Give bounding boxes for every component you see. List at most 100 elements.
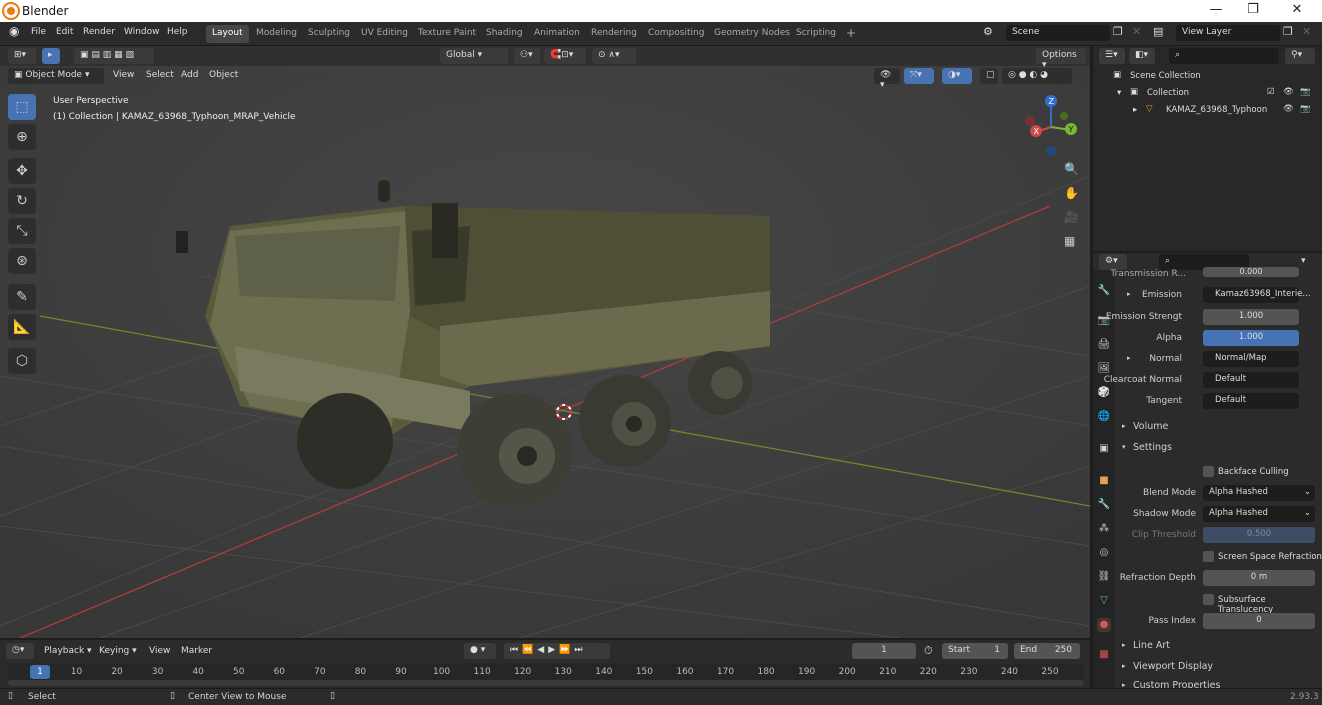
snap-icon[interactable]: 🧲⊡▾ — [544, 48, 586, 64]
normal-expand-icon[interactable]: ▸ — [1127, 354, 1131, 362]
ssr-checkbox[interactable] — [1203, 551, 1214, 562]
pin-icon[interactable]: ▾ — [1301, 256, 1306, 266]
delete-scene-icon[interactable]: ✕ — [1132, 25, 1141, 38]
select-box-icon[interactable]: ▸ — [42, 48, 60, 64]
outliner-collection[interactable]: ▾ ▣ Collection ☑ 👁 📷 — [1093, 86, 1322, 103]
tab-shading[interactable]: Shading — [480, 25, 529, 43]
playback-menu[interactable]: Playback ▾ — [44, 646, 92, 656]
timeline-editor-icon[interactable]: ◷▾ — [6, 643, 34, 659]
emission-strength-field[interactable]: 1.000 — [1203, 309, 1299, 325]
custom-props-expand-icon[interactable]: ▸ — [1122, 681, 1126, 688]
tool-select-box[interactable]: ⬚ — [8, 94, 36, 120]
end-frame-field[interactable]: End 250 — [1014, 643, 1080, 659]
marker-menu[interactable]: Marker — [181, 646, 212, 656]
object-mode-dropdown[interactable]: ▣ Object Mode ▾ — [8, 68, 104, 84]
overlay-toggle-icon[interactable]: ◑▾ — [942, 68, 972, 84]
menu-help[interactable]: Help — [167, 27, 188, 37]
timeline-view-menu[interactable]: View — [149, 646, 170, 656]
emission-field[interactable]: Kamaz63968_Interie... — [1203, 287, 1311, 303]
menu-select[interactable]: Select — [146, 70, 174, 80]
tab-rendering[interactable]: Rendering — [585, 25, 643, 43]
timer-icon[interactable]: ⏱ — [924, 644, 933, 658]
tab-compositing[interactable]: Compositing — [642, 25, 710, 43]
transform-orientation-dropdown[interactable]: Global ▾ — [440, 48, 508, 64]
view-layer-icon[interactable]: ▤ — [1153, 25, 1163, 38]
blend-mode-dropdown[interactable]: Alpha Hashed ⌄ — [1203, 485, 1315, 501]
pan-hand-icon[interactable]: ✋ — [1064, 186, 1079, 200]
clearcoat-normal-field[interactable]: Default — [1203, 372, 1299, 388]
proportional-edit-icon[interactable]: ⊙ ∧▾ — [592, 48, 636, 64]
scene-icon[interactable]: ⚙ — [983, 25, 993, 38]
object-tab-icon[interactable]: ■ — [1097, 474, 1111, 488]
menu-file[interactable]: File — [31, 27, 46, 37]
object-camera-icon[interactable]: 📷 — [1300, 104, 1311, 114]
scene-name-field[interactable]: Scene — [1006, 25, 1110, 41]
view-layer-field[interactable]: View Layer — [1176, 25, 1280, 41]
world-tab-icon[interactable]: 🌐 — [1097, 410, 1111, 424]
transmission-field[interactable]: 0.000 — [1203, 267, 1299, 277]
tool-cursor[interactable]: ⊕ — [8, 124, 36, 150]
timeline-ruler[interactable]: 1 10 20 30 40 50 60 70 80 90 100 110 120 130 140 150 160… — [8, 664, 1084, 680]
tool-rotate[interactable]: ↻ — [8, 188, 36, 214]
output-tab-icon[interactable]: 🖨 — [1097, 338, 1111, 352]
menu-render[interactable]: Render — [83, 27, 115, 37]
tab-texture-paint[interactable]: Texture Paint — [412, 25, 482, 43]
tab-layout[interactable]: Layout — [206, 25, 249, 43]
shadow-mode-dropdown[interactable]: Alpha Hashed ⌄ — [1203, 506, 1315, 522]
collection-tab-icon[interactable]: ▣ — [1097, 442, 1111, 456]
xray-icon[interactable]: ▢ — [980, 68, 998, 84]
collapse-arrow-icon[interactable]: ▾ — [1117, 88, 1121, 98]
new-view-layer-icon[interactable]: ❐ — [1283, 25, 1293, 38]
menu-window[interactable]: Window — [124, 27, 160, 37]
tab-modeling[interactable]: Modeling — [250, 25, 303, 43]
settings-section[interactable]: Settings — [1133, 442, 1172, 453]
outliner-search-input[interactable]: ⌕ — [1169, 48, 1279, 64]
current-frame-field[interactable]: 1 — [852, 643, 916, 659]
tool-annotate[interactable]: ✎ — [8, 284, 36, 310]
orthographic-grid-icon[interactable]: ▦ — [1064, 234, 1075, 248]
emission-expand-icon[interactable]: ▸ — [1127, 290, 1131, 298]
eye-icon[interactable]: 👁 — [1283, 87, 1294, 97]
blender-menu-icon[interactable]: ◉ — [9, 24, 19, 38]
texture-tab-icon[interactable]: ▩ — [1097, 648, 1111, 662]
refraction-depth-field[interactable]: 0 m — [1203, 570, 1315, 586]
viewport-display-expand-icon[interactable]: ▸ — [1122, 662, 1126, 670]
record-icon[interactable]: ● ▾ — [464, 643, 496, 659]
subsurface-checkbox[interactable] — [1203, 594, 1214, 605]
zoom-icon[interactable]: 🔍 — [1064, 162, 1079, 176]
filter-icon[interactable]: ⚲▾ — [1285, 48, 1315, 64]
data-tab-icon[interactable]: ▽ — [1097, 594, 1111, 608]
backface-culling-checkbox[interactable] — [1203, 466, 1214, 477]
pivot-point-icon[interactable]: ⚇▾ — [514, 48, 540, 64]
delete-view-layer-icon[interactable]: ✕ — [1302, 25, 1311, 38]
menu-object[interactable]: Object — [209, 70, 238, 80]
close-button[interactable]: ✕ — [1287, 2, 1307, 17]
properties-editor-icon[interactable]: ⚙▾ — [1099, 254, 1127, 270]
volume-expand-icon[interactable]: ▸ — [1122, 422, 1126, 430]
timeline-scrollbar[interactable] — [8, 680, 1084, 686]
constraints-tab-icon[interactable]: ⛓ — [1097, 570, 1111, 584]
maximize-button[interactable]: ❐ — [1243, 2, 1263, 17]
object-eye-icon[interactable]: 👁 — [1283, 104, 1294, 114]
new-scene-icon[interactable]: ❐ — [1113, 25, 1123, 38]
tangent-field[interactable]: Default — [1203, 393, 1299, 409]
settings-collapse-icon[interactable]: ▾ — [1122, 443, 1126, 451]
menu-view[interactable]: View — [113, 70, 134, 80]
menu-edit[interactable]: Edit — [56, 27, 73, 37]
options-dropdown[interactable]: Options ▾ — [1036, 48, 1086, 70]
pass-index-field[interactable]: 0 — [1203, 613, 1315, 629]
modifier-tab-icon[interactable]: 🔧 — [1097, 498, 1111, 512]
outliner-editor-icon[interactable]: ☰▾ — [1099, 48, 1125, 64]
viewport-display-section[interactable]: Viewport Display — [1133, 661, 1213, 672]
scene-tab-icon[interactable]: 🎲 — [1097, 386, 1111, 400]
camera-view-icon[interactable]: 🎥 — [1064, 210, 1079, 224]
selection-modes[interactable]: ▣ ▤ ▥ ▦ ▧ — [74, 48, 154, 64]
tool-scale[interactable]: ⤡ — [8, 218, 36, 244]
particles-tab-icon[interactable]: ⁂ — [1097, 522, 1111, 536]
tool-add-cube[interactable]: ⬡ — [8, 348, 36, 374]
tab-scripting[interactable]: Scripting — [790, 25, 842, 43]
outliner-scene-collection[interactable]: ▣ Scene Collection — [1093, 69, 1322, 86]
volume-section[interactable]: Volume — [1133, 421, 1168, 432]
playback-controls[interactable]: ⏮⏪◀▶⏩⏭ — [504, 643, 610, 659]
tab-uv-editing[interactable]: UV Editing — [355, 25, 414, 43]
